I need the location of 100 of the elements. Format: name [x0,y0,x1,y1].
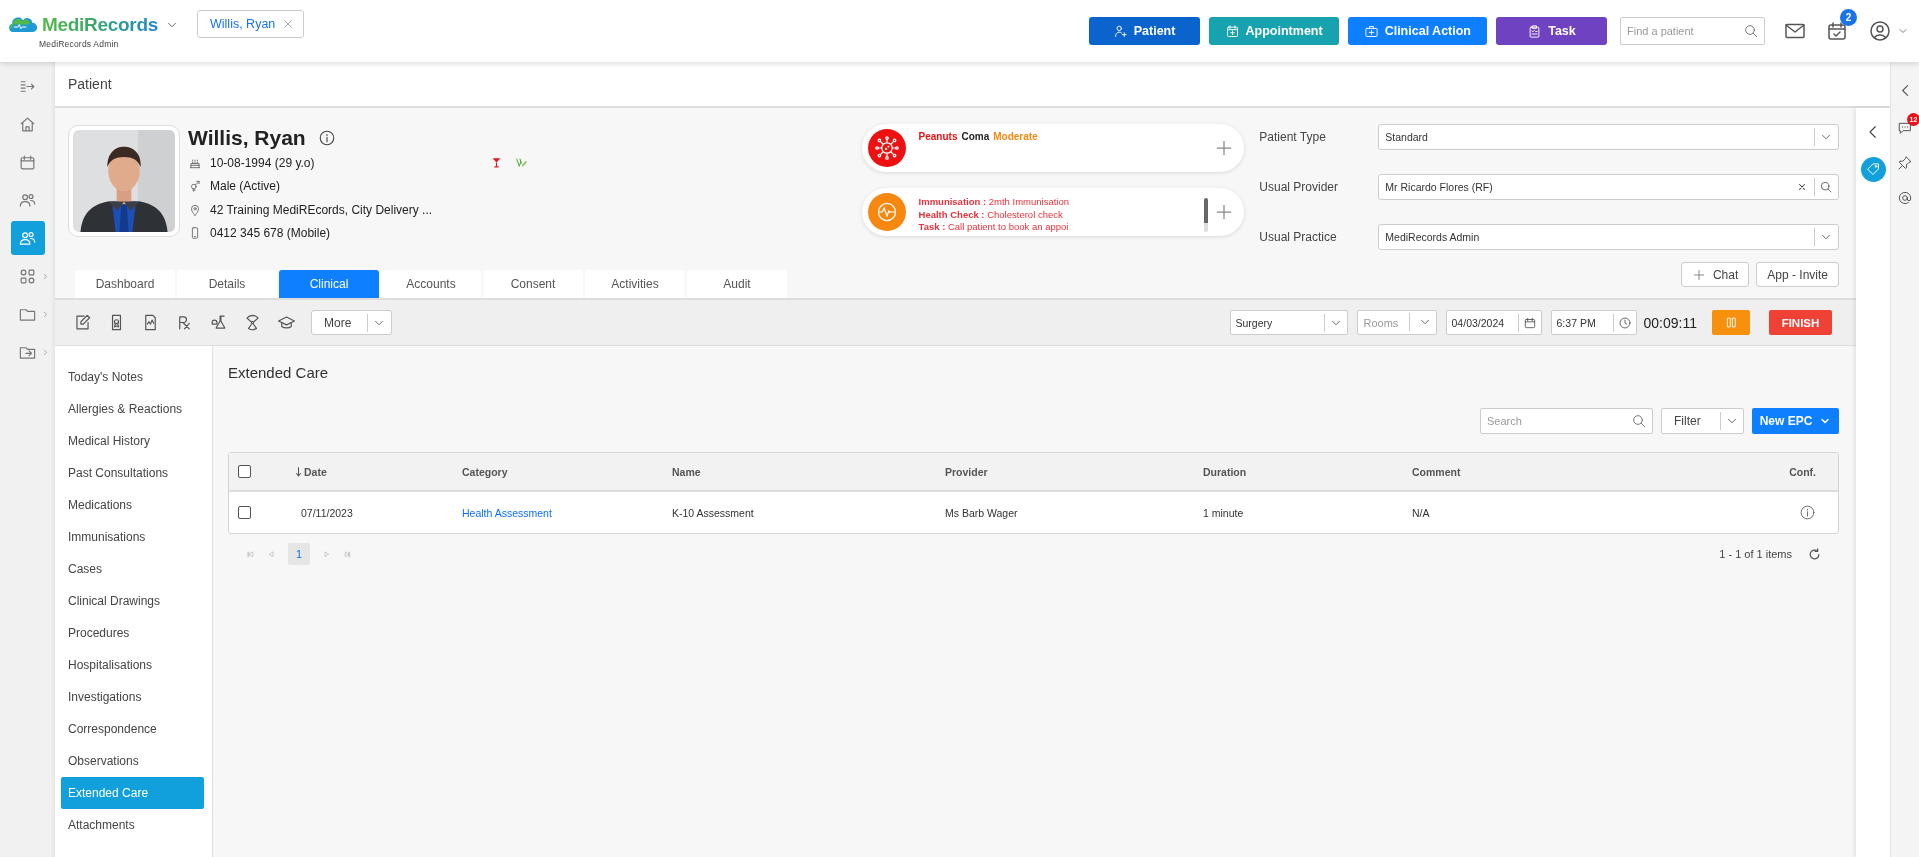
field-label: Usual Practice [1259,230,1338,244]
nav-item[interactable]: Immunisations [61,521,204,553]
sort-arrow-icon[interactable] [295,466,302,477]
notification-badge: 2 [1840,9,1857,26]
cloud-logo-icon [8,15,38,34]
section-title: Extended Care [228,364,330,381]
column-header[interactable]: Provider [945,465,988,478]
nav-item[interactable]: Investigations [61,681,204,713]
radiation-icon[interactable] [243,313,262,332]
clock-icon[interactable] [1617,315,1632,330]
column-header[interactable]: Name [672,465,701,478]
allergen-name: Peanuts [918,131,958,142]
pin-icon[interactable] [1897,155,1913,171]
column-header[interactable]: Duration [1203,465,1247,478]
more-dropdown-button[interactable]: More [311,310,392,335]
consultation-timer: 00:09:11 [1643,314,1697,331]
tag-icon [1865,162,1881,177]
patient-search-field[interactable]: Find a patient [1620,17,1765,45]
chat-button[interactable]: Chat [1680,262,1750,287]
page-title: Patient [68,76,112,92]
clinical-button[interactable]: Clinical Action [1347,17,1487,45]
location-pin-icon [188,202,202,217]
page-number-button[interactable]: 1 [288,543,310,565]
info-icon[interactable] [317,129,336,147]
nav-item[interactable]: Medical History [61,425,204,457]
chat-icon[interactable] [1897,120,1913,136]
nav-item[interactable]: Cases [61,553,204,585]
tab[interactable]: Activities [585,270,685,298]
column-header[interactable]: Comment [1412,465,1461,478]
rooms-dropdown[interactable]: Rooms [1356,310,1437,335]
note-edit-icon[interactable] [73,313,92,332]
tab[interactable]: Consent [483,270,583,298]
nav-item[interactable]: Correspondence [61,713,204,745]
nav-item[interactable]: Attachments [61,809,204,841]
nav-item[interactable]: Medications [61,489,204,521]
finish-button[interactable]: FINISH [1769,310,1832,335]
category-link[interactable]: Health Assessment [462,506,552,519]
refresh-icon[interactable] [1807,546,1822,562]
patient-button[interactable]: Patient [1088,17,1200,45]
nav-item[interactable]: Today's Notes [61,361,204,393]
nav-item[interactable]: Allergies & Reactions [61,393,204,425]
tab[interactable]: Details [177,270,277,298]
nav-item[interactable]: Hospitalisations [61,649,204,681]
table-cell: N/A [1412,506,1430,519]
open-patient-tab[interactable]: Willis, Ryan [197,10,305,38]
search-field[interactable]: Search [1480,408,1653,434]
clipboard-icon [1527,23,1543,39]
nav-item[interactable]: Observations [61,745,204,777]
plus-icon [1691,267,1706,282]
calendar-plus-icon [1224,23,1240,39]
user-avatar-icon[interactable] [1868,19,1892,43]
filter-dropdown-button[interactable]: Filter [1661,408,1744,434]
nav-item[interactable]: Procedures [61,617,204,649]
dropdown-field[interactable]: Standard [1378,124,1839,150]
tab[interactable]: Clinical [279,270,379,298]
tag-button[interactable] [1860,157,1886,182]
location-dropdown[interactable]: Surgery [1229,310,1348,335]
table-cell: Ms Barb Wager [945,506,1018,519]
calendar-icon[interactable] [1522,315,1537,330]
column-header[interactable]: Date [304,465,327,478]
nav-item[interactable]: Past Consultations [61,457,204,489]
dropdown-field[interactable]: MediRecords Admin [1378,224,1839,250]
pagination-summary: 1 - 1 of 1 items [1719,548,1792,560]
patient-dob: 10-08-1994 (29 y.o) [210,155,315,170]
reminder-text: Task : Call patient to book an appoi [918,221,1070,234]
scrollbar[interactable] [1204,198,1209,232]
patient-name: Willis, Ryan [188,126,306,150]
tab[interactable]: Audit [687,270,787,298]
search-icon[interactable] [1743,23,1759,39]
table-cell: 07/11/2023 [301,506,353,519]
info-icon[interactable] [1799,504,1816,521]
practice-name: MediRecords Admin [39,38,119,49]
virus-icon [867,129,906,167]
rail-item[interactable] [10,221,45,255]
clear-icon[interactable] [1797,182,1807,192]
lab-flask-icon[interactable] [209,313,228,332]
person-plus-icon [1112,23,1128,39]
patient-gender: Male (Active) [210,179,280,194]
graduation-cap-icon[interactable] [277,313,296,332]
date-field[interactable]: 04/03/2024 [1445,310,1542,335]
tab[interactable]: Dashboard [75,270,175,298]
column-header[interactable]: Conf. [1789,465,1816,478]
invite-button[interactable]: App - Invite [1756,262,1839,287]
select-all-checkbox[interactable] [238,465,251,478]
tab[interactable]: Accounts [381,270,481,298]
field-label: Usual Provider [1259,180,1340,194]
severity-label: Moderate [993,131,1038,142]
field-label: Patient Type [1259,130,1327,144]
task-button[interactable]: Task [1496,17,1607,45]
search-icon[interactable] [1631,413,1647,429]
at-sign-icon[interactable] [1897,190,1913,206]
lookup-field[interactable]: Mr Ricardo Flores (RF) [1378,174,1839,200]
nav-item[interactable]: Clinical Drawings [61,585,204,617]
reminder-text: Immunisation : 2mth Immunisation [918,196,1070,209]
new-epc-button[interactable]: New EPC [1752,408,1839,434]
calendar-check-icon[interactable] [1825,19,1849,43]
column-header[interactable]: Category [462,465,508,478]
time-field[interactable]: 6:37 PM [1550,310,1637,335]
row-checkbox[interactable] [238,506,251,519]
search-icon[interactable] [1819,180,1833,194]
